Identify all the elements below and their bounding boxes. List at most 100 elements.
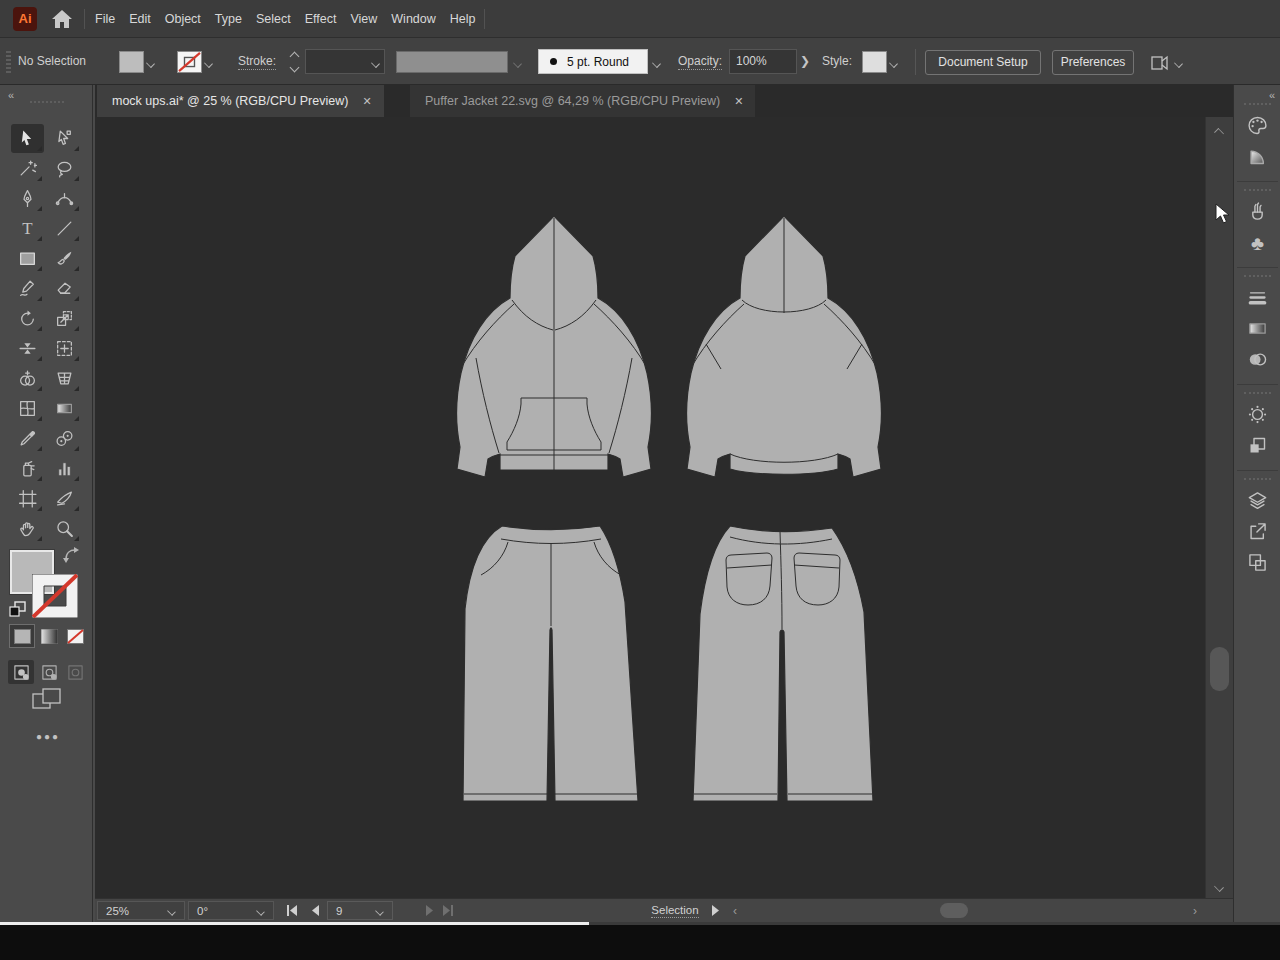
collapse-dock-icon[interactable]: « [1269,89,1274,101]
stroke-color-button[interactable] [177,50,216,74]
horizontal-scrollbar-thumb[interactable] [940,903,968,918]
artboard-number-dropdown[interactable]: 9 [327,901,393,920]
menu-file[interactable]: File [88,12,122,26]
blend-tool[interactable] [48,424,81,453]
panel-options-icon[interactable] [1148,51,1170,73]
zoom-level-dropdown[interactable]: 25% [97,901,185,920]
rectangle-tool[interactable] [11,244,44,273]
lasso-tool[interactable] [48,154,81,183]
width-tool[interactable] [11,334,44,363]
preferences-button[interactable]: Preferences [1052,50,1134,75]
zoom-chevron-icon[interactable] [168,906,178,916]
stroke-weight-stepper[interactable] [287,50,303,74]
magic-wand-tool[interactable] [11,154,44,183]
paintbrush-tool[interactable] [48,244,81,273]
panel-graphic-styles[interactable] [1245,433,1270,458]
panel-transparency[interactable] [1245,347,1270,372]
scale-tool[interactable] [48,304,81,333]
scroll-up-icon[interactable] [1215,125,1225,135]
draw-inside-button[interactable] [62,660,88,684]
artboard-chevron-icon[interactable] [376,906,386,916]
panel-options-chevron-icon[interactable] [1172,51,1186,73]
style-chevron-icon[interactable] [887,51,901,73]
status-display[interactable]: Selection [540,904,810,916]
line-segment-tool[interactable] [48,214,81,243]
none-mode-button[interactable] [63,625,87,647]
selection-tool[interactable] [11,124,44,153]
fill-color-button[interactable] [119,50,158,74]
mesh-tool[interactable] [11,394,44,423]
first-artboard-button[interactable] [285,904,299,917]
panel-layers[interactable] [1245,488,1270,513]
type-tool[interactable]: T [11,214,44,243]
last-artboard-button[interactable] [441,904,455,917]
tab-close-icon[interactable]: ✕ [734,95,743,108]
eraser-tool[interactable] [48,274,81,303]
rotate-tool[interactable] [11,304,44,333]
rotation-chevron-icon[interactable] [257,906,267,916]
column-graph-tool[interactable] [48,454,81,483]
menu-effect[interactable]: Effect [298,12,344,26]
home-icon[interactable] [50,8,74,30]
rotation-dropdown[interactable]: 0° [188,901,274,920]
previous-artboard-button[interactable] [310,904,320,917]
color-mode-button[interactable] [10,625,34,647]
artwork-hoodie-back[interactable] [683,214,885,487]
style-swatch[interactable] [862,51,887,73]
canvas[interactable] [95,117,1205,898]
stroke-weight-field[interactable] [305,49,385,74]
controlbar-grip[interactable] [6,51,11,73]
artboard-tool[interactable] [11,484,44,513]
menu-window[interactable]: Window [384,12,442,26]
shape-builder-tool[interactable] [11,364,44,393]
document-tab-2[interactable]: Puffer Jacket 22.svg @ 64,29 % (RGB/CPU … [410,85,755,117]
draw-normal-button[interactable] [8,660,34,684]
panel-color[interactable] [1245,113,1270,138]
panel-gradient[interactable] [1245,316,1270,341]
hscroll-left-arrow[interactable]: ‹ [733,904,737,918]
direct-selection-tool[interactable] [48,124,81,153]
artwork-pants-back[interactable] [691,524,875,806]
vertical-scrollbar-thumb[interactable] [1210,647,1229,691]
opacity-more-arrow[interactable]: ❯ [797,52,813,70]
slice-tool[interactable] [48,484,81,513]
fill-swatch[interactable] [119,51,144,73]
pen-tool[interactable] [11,184,44,213]
artwork-hoodie-front[interactable] [454,214,654,487]
panel-stroke[interactable] [1245,285,1270,310]
menu-edit[interactable]: Edit [122,12,158,26]
stroke-chevron-icon[interactable] [202,51,216,73]
stroke-weight-chevron-icon[interactable] [369,51,383,73]
menu-select[interactable]: Select [249,12,298,26]
width-profile-chevron-icon[interactable] [511,51,525,73]
edit-toolbar-ellipsis[interactable]: ●●● [36,731,60,742]
default-fill-stroke-icon[interactable] [9,601,26,617]
width-profile-dropdown[interactable] [396,51,508,73]
gradient-mode-button[interactable] [37,625,61,647]
artwork-pants-front[interactable] [461,524,641,806]
vertical-scrollbar[interactable] [1205,117,1233,898]
change-screen-mode-icon[interactable] [31,686,63,714]
style-swatch-button[interactable] [862,50,901,74]
panel-artboards[interactable] [1245,550,1270,575]
curvature-tool[interactable] [48,184,81,213]
hscroll-right-arrow[interactable]: › [1193,904,1197,918]
hand-tool[interactable] [11,514,44,543]
menu-help[interactable]: Help [443,12,483,26]
zoom-tool[interactable] [48,514,81,543]
brush-chevron-icon[interactable] [650,51,664,73]
stroke-color-well[interactable] [32,574,78,618]
panel-brushes[interactable] [1245,199,1270,224]
eyedropper-tool[interactable] [11,424,44,453]
perspective-grid-tool[interactable] [48,364,81,393]
tab-close-icon[interactable]: ✕ [362,95,371,108]
draw-behind-button[interactable] [36,660,62,684]
status-expand-arrow[interactable] [711,904,721,917]
swap-fill-stroke-icon[interactable] [62,546,82,564]
collapse-tools-icon[interactable]: « [8,89,13,101]
panel-export[interactable] [1245,519,1270,544]
panel-appearance[interactable] [1245,402,1270,427]
panel-color-guide[interactable] [1245,144,1270,169]
menu-type[interactable]: Type [208,12,249,26]
stroke-none-swatch[interactable] [177,51,202,73]
